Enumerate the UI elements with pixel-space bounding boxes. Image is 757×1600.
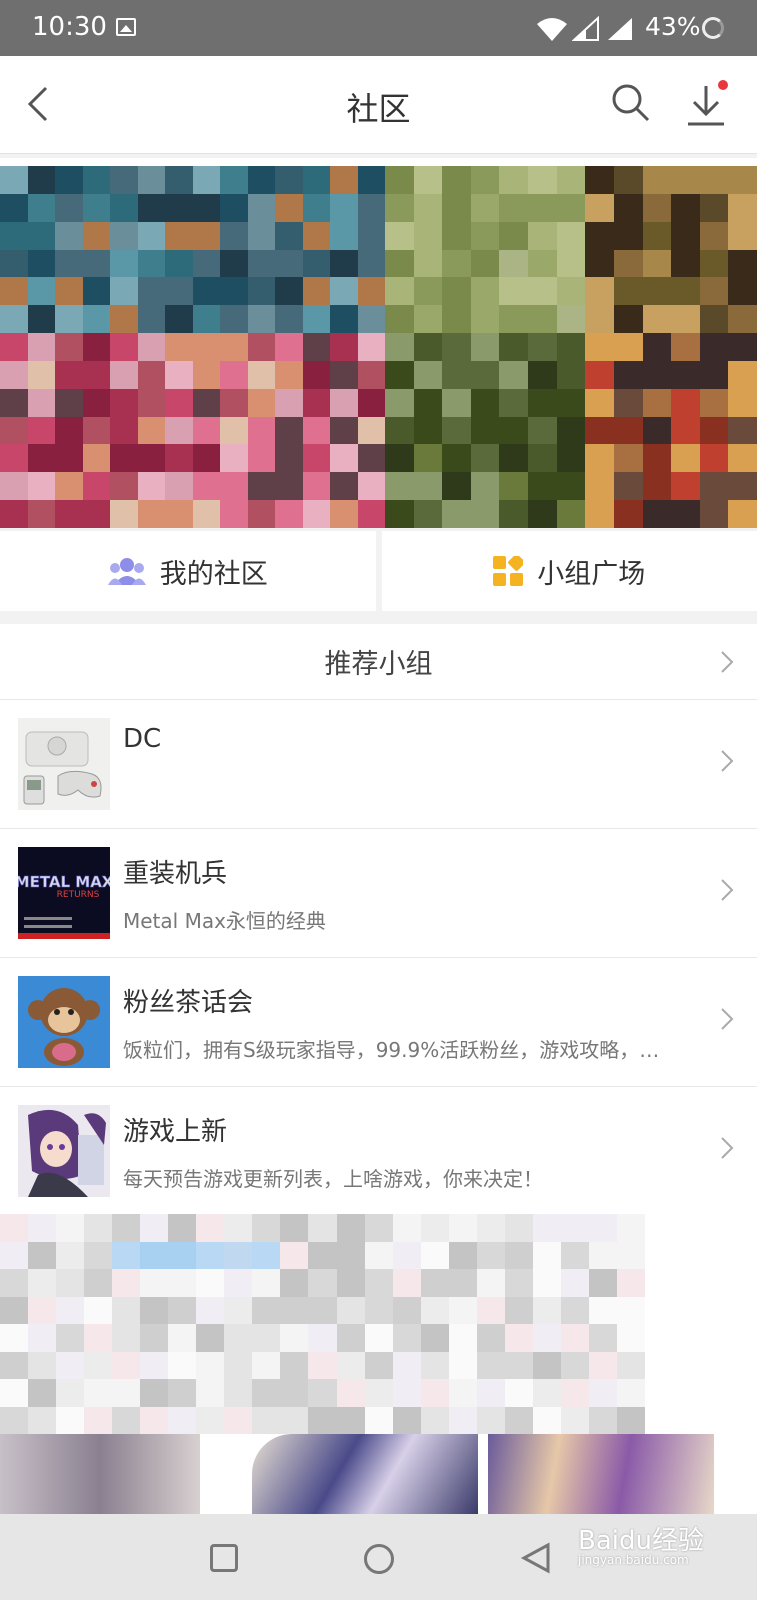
- app-header: 社区: [0, 56, 757, 154]
- download-icon[interactable]: [686, 84, 726, 128]
- watermark-brand: Baidu经验: [578, 1526, 704, 1556]
- recommended-groups-header[interactable]: 推荐小组: [0, 624, 757, 700]
- feed-section-blurred: [0, 1214, 757, 1514]
- status-time: 10:30: [32, 12, 107, 42]
- feed-image-1[interactable]: [252, 1434, 478, 1514]
- chevron-right-icon: [721, 1008, 734, 1030]
- group-name: 重装机兵: [123, 859, 228, 889]
- tab-group-square[interactable]: 小组广场: [381, 531, 757, 611]
- battery-icon: [702, 17, 724, 39]
- dreamcast-console-thumbnail: [18, 718, 110, 810]
- search-icon[interactable]: [610, 82, 652, 124]
- status-bar: 10:30 43%: [0, 0, 757, 56]
- group-row-dc[interactable]: DC: [0, 700, 757, 829]
- group-row-metal-max[interactable]: METAL MAX RETURNS 重装机兵 Metal Max永恒的经典: [0, 829, 757, 958]
- svg-text:RETURNS: RETURNS: [57, 890, 100, 900]
- banner-image-right[interactable]: [385, 166, 757, 528]
- group-description: 每天预告游戏更新列表，上啥游戏，你来决定！: [123, 1167, 543, 1191]
- chevron-right-icon: [721, 879, 734, 901]
- banner-carousel[interactable]: [0, 158, 757, 528]
- back-triangle-icon[interactable]: [520, 1542, 552, 1574]
- wifi-icon: [537, 18, 567, 41]
- home-icon[interactable]: [364, 1544, 394, 1574]
- recommended-groups: 推荐小组 DC METAL MAX RETURNS 重装机兵 Metal Max…: [0, 624, 757, 1216]
- metal-max-logo-thumbnail: METAL MAX RETURNS: [18, 847, 110, 939]
- image-notification-icon: [116, 18, 136, 36]
- tab-group-square-label: 小组广场: [537, 558, 646, 590]
- chevron-right-icon: [721, 651, 734, 673]
- group-name: DC: [123, 724, 162, 754]
- chevron-right-icon: [721, 750, 734, 772]
- group-row-new-games[interactable]: 游戏上新 每天预告游戏更新列表，上啥游戏，你来决定！: [0, 1087, 757, 1216]
- feed-image-0[interactable]: [0, 1434, 200, 1514]
- group-name: 粉丝茶话会: [123, 988, 254, 1018]
- anime-girl-thumbnail: [18, 1105, 110, 1197]
- monkey-mascot-thumbnail: [18, 976, 110, 1068]
- signal-full-icon: [608, 18, 632, 40]
- grid-squares-icon: [493, 556, 524, 586]
- battery-percent: 43%: [645, 12, 701, 41]
- feed-post-blurred[interactable]: [0, 1214, 645, 1434]
- recent-apps-icon[interactable]: [210, 1544, 238, 1572]
- svg-text:METAL MAX: METAL MAX: [18, 873, 110, 891]
- group-people-icon: [107, 557, 146, 585]
- group-row-fan-party[interactable]: 粉丝茶话会 饭粒们，拥有S级玩家指导，99.9%活跃粉丝，游戏攻略，…: [0, 958, 757, 1087]
- group-name: 游戏上新: [123, 1117, 228, 1147]
- banner-image-left[interactable]: [0, 166, 385, 528]
- baidu-watermark: Baidu经验 jingyan.baidu.com: [578, 1520, 704, 1567]
- tab-my-community-label: 我的社区: [159, 558, 268, 590]
- signal-icon: [572, 16, 599, 41]
- tab-my-community[interactable]: 我的社区: [0, 531, 376, 611]
- group-description: Metal Max永恒的经典: [123, 909, 326, 933]
- community-tabs: 我的社区 小组广场: [0, 531, 757, 611]
- group-description: 饭粒们，拥有S级玩家指导，99.9%活跃粉丝，游戏攻略，…: [123, 1038, 660, 1062]
- recommended-groups-title: 推荐小组: [324, 649, 433, 680]
- chevron-right-icon: [721, 1137, 734, 1159]
- download-badge-dot: [718, 80, 728, 90]
- feed-image-2[interactable]: [488, 1434, 714, 1514]
- watermark-url: jingyan.baidu.com: [578, 1553, 689, 1567]
